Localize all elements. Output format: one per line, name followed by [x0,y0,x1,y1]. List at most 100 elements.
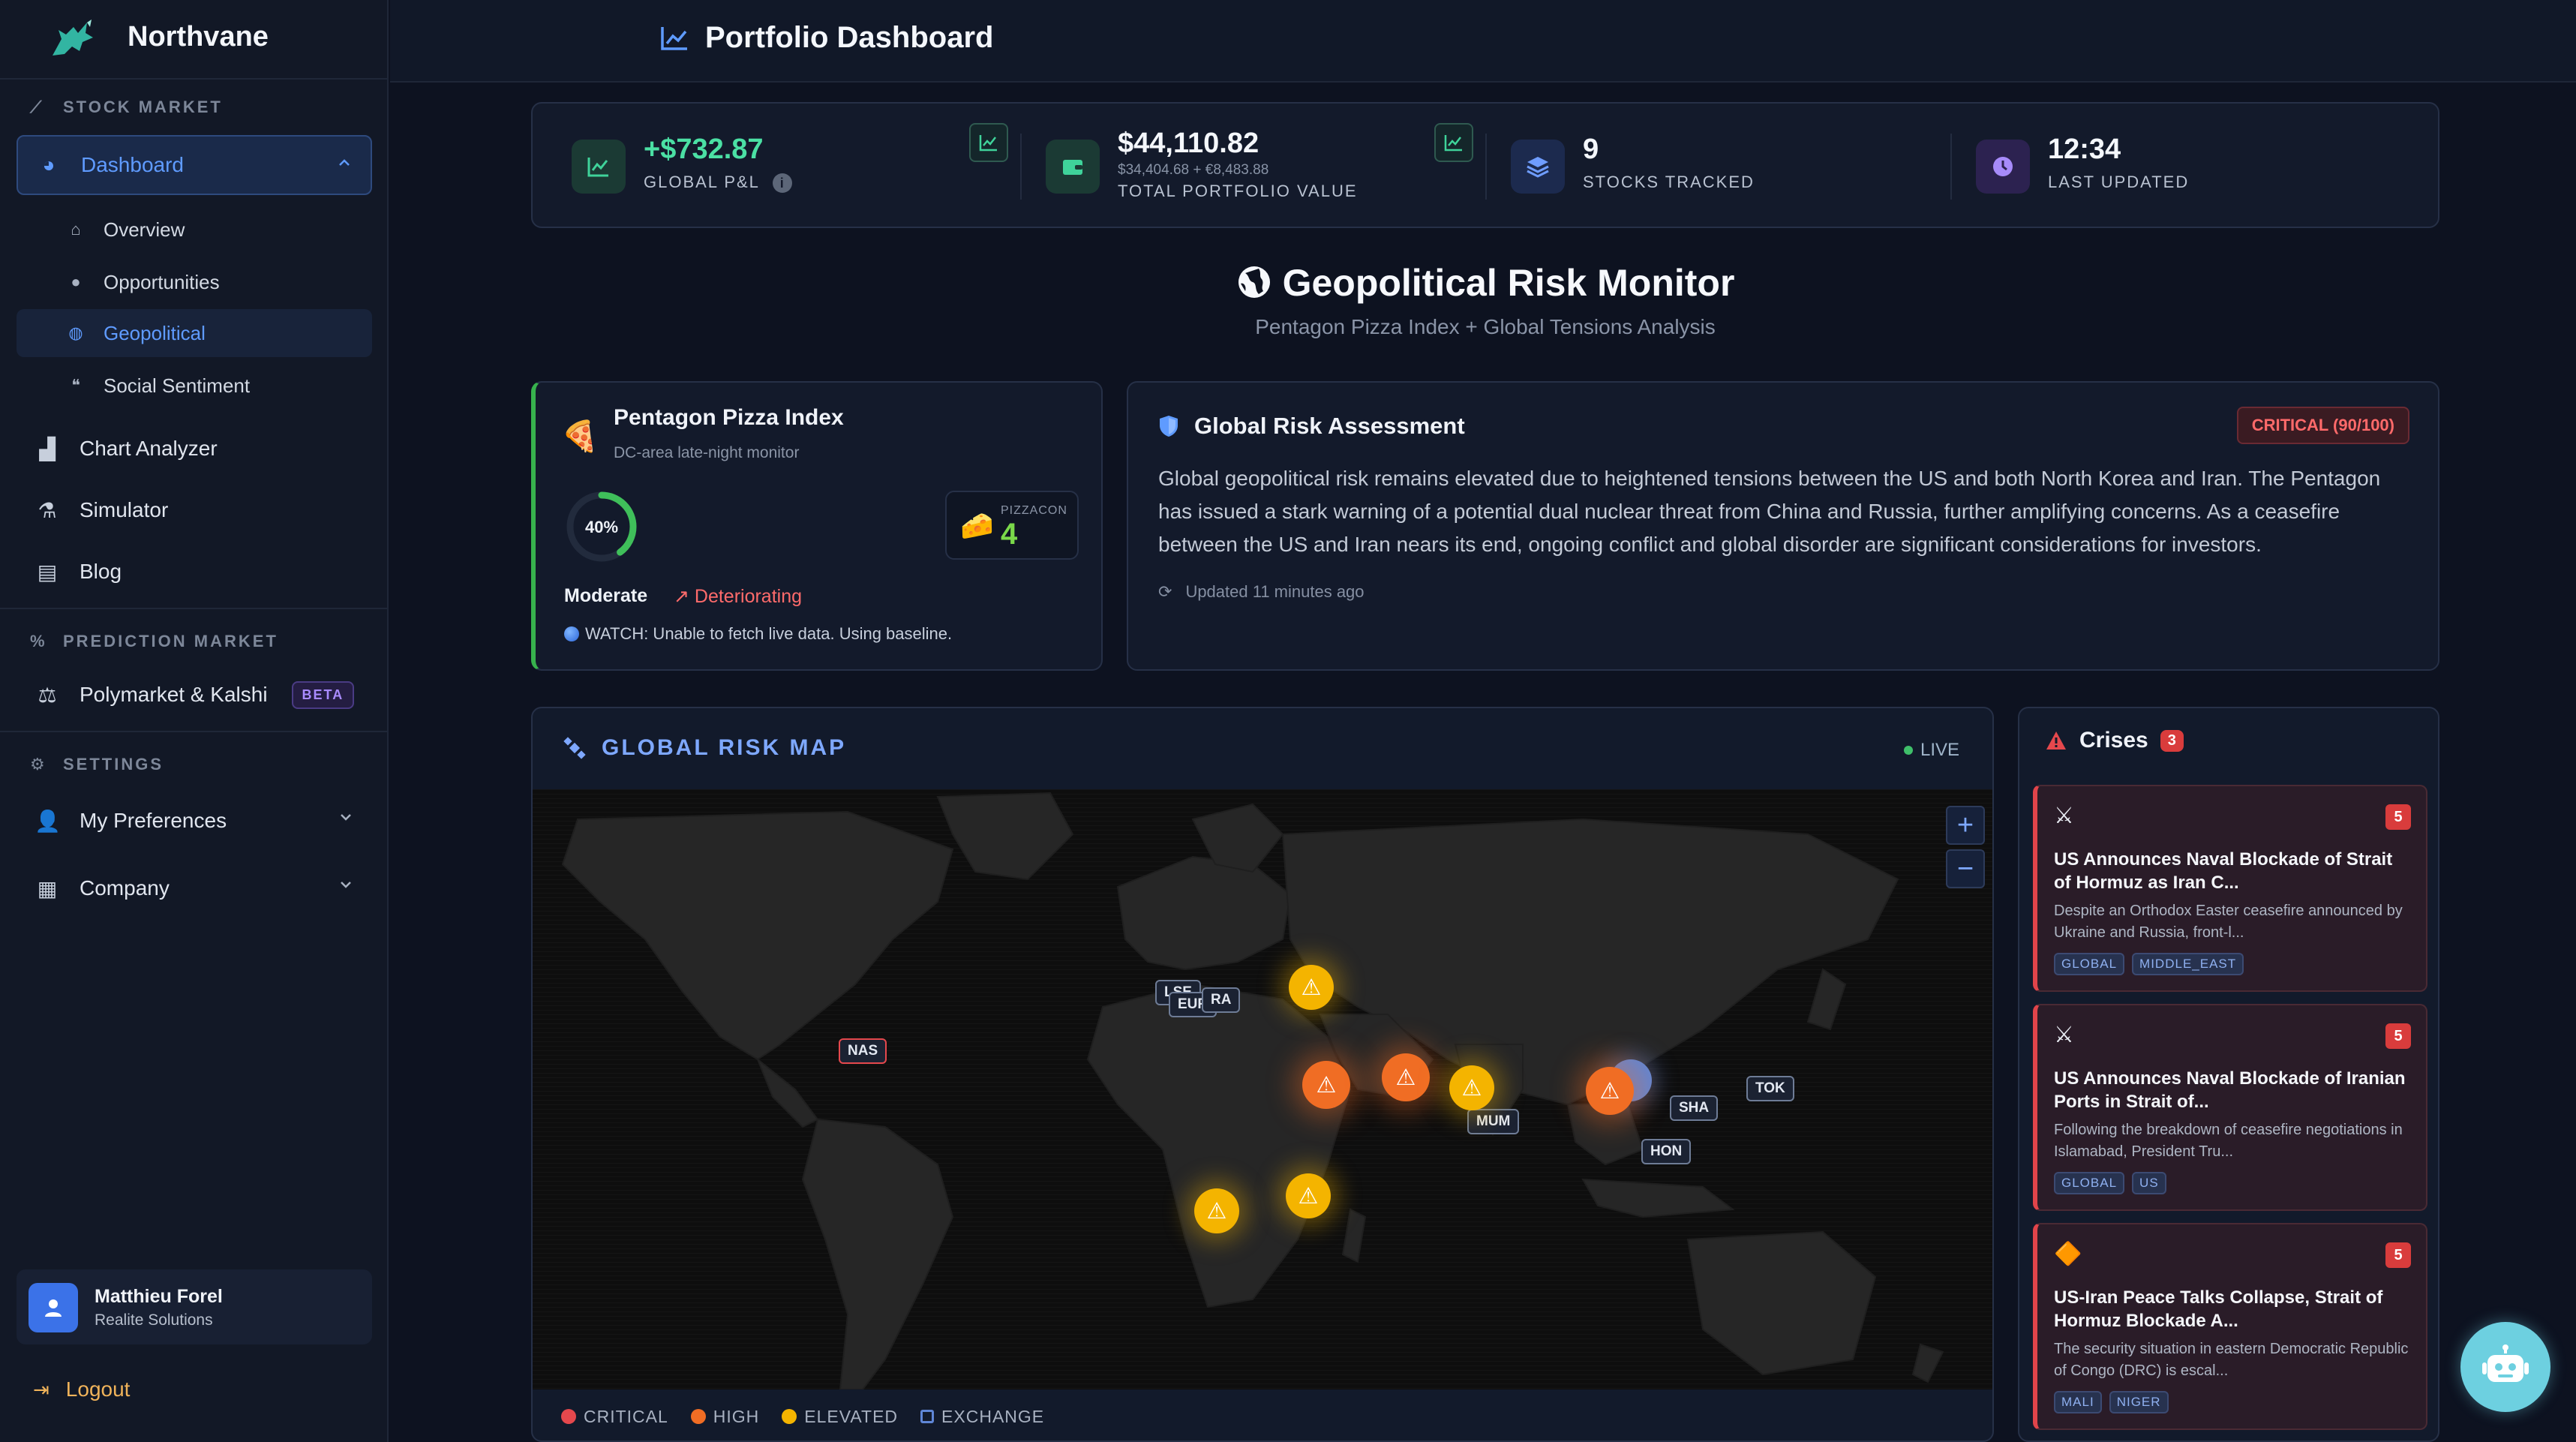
logout-label: Logout [65,1377,131,1401]
zoom-out-button[interactable]: − [1946,849,1985,888]
risk-marker-elevated[interactable]: ⚠ [1286,1173,1331,1218]
nav-company[interactable]: ▦ Company [17,858,372,918]
exchange-tag-ra[interactable]: RA [1202,987,1241,1013]
crises-count-badge: 3 [2160,729,2184,752]
live-dot-icon [1903,746,1913,755]
info-icon[interactable]: i [773,173,793,193]
top-bar: Portfolio Dashboard [390,0,2576,83]
crisis-tag[interactable]: NIGER [2109,1391,2169,1413]
risk-marker-elevated[interactable]: ⚠ [1289,965,1334,1010]
pizza-watch-text: WATCH: Unable to fetch live data. Using … [585,624,953,643]
sub-item-opportunities-label: Opportunities [104,270,220,293]
stat-portfolio-label: TOTAL PORTFOLIO VALUE [1118,182,1358,200]
stat-portfolio-amount: $44,110.82 [1118,128,1259,159]
crisis-tag[interactable]: GLOBAL [2054,953,2125,975]
stat-updated-label: LAST UPDATED [2048,173,2190,191]
page-title: Portfolio Dashboard [660,21,993,55]
sub-item-overview[interactable]: ⌂ Overview [17,206,372,254]
chart-line-icon: ⟋ [30,98,44,116]
chart-line-icon [979,135,997,152]
stat-portfolio-breakdown: $34,404.68 + €8,483.88 [1118,162,1269,178]
home-icon: ⌂ [71,220,81,239]
wallet-icon [1046,140,1100,194]
crisis-card[interactable]: ⚔ 5 US Announces Naval Blockade of Irani… [2033,1004,2427,1211]
sidebar-divider [0,608,389,609]
nav-my-preferences[interactable]: 👤 My Preferences [17,791,372,851]
section-settings-label: SETTINGS [63,755,164,774]
exchange-tag-nas[interactable]: NAS [839,1038,887,1064]
risk-marker-elevated[interactable]: ⚠ [1449,1065,1494,1110]
refresh-icon[interactable]: ⟳ [1158,582,1172,602]
bull-logo-icon [53,20,93,56]
exchange-tag-mum[interactable]: MUM [1467,1109,1520,1134]
zoom-in-button[interactable]: + [1946,806,1985,845]
exchange-tag-tok[interactable]: TOK [1746,1076,1794,1101]
portfolio-chart-button[interactable] [1434,123,1473,162]
crisis-card[interactable]: ⚔ 5 US Announces Naval Blockade of Strai… [2033,785,2427,992]
map-header: GLOBAL RISK MAP LIVE [533,708,1992,789]
crises-title: Crises [2079,728,2148,753]
legend-elevated-label: ELEVATED [804,1406,899,1426]
legend-high: HIGH [690,1406,760,1427]
crisis-tag[interactable]: US [2132,1172,2166,1194]
yellow-dot-icon [782,1409,797,1424]
crisis-tag[interactable]: MIDDLE_EAST [2132,953,2244,975]
risk-marker-high[interactable]: ⚠ [1302,1061,1350,1109]
logout-icon: ⇥ [33,1377,50,1401]
stat-separator [1020,134,1022,200]
user-name: Matthieu Forel [95,1286,223,1307]
exchange-tag-sha[interactable]: SHA [1670,1095,1719,1121]
sub-item-geopolitical-label: Geopolitical [104,321,206,344]
brand[interactable]: Northvane [0,0,389,80]
nav-blog[interactable]: ▤ Blog [17,542,372,602]
nav-dashboard[interactable]: ◕ Dashboard [17,135,372,195]
sub-item-opportunities[interactable]: ● Opportunities [17,258,372,306]
risk-map-card: GLOBAL RISK MAP LIVE + − NAS EUR RA MUM … [531,707,1994,1442]
world-map[interactable]: + − NAS LSE EUR RA MUM SHA HON TOK ⚠ ⚠ ⚠… [533,789,1992,1389]
user-card[interactable]: Matthieu Forel Realite Solutions [17,1269,372,1344]
legend-critical: CRITICAL [561,1407,668,1427]
scale-icon: ⚖ [38,683,57,707]
sidebar-divider [0,731,389,732]
warning-icon: ⚠ [1206,1198,1227,1224]
pizza-percent: 40% [585,518,618,536]
stat-pnl-label: GLOBAL P&L i [644,173,793,193]
flask-icon: ⚗ [38,498,57,522]
crisis-card[interactable]: 🔶 5 US-Iran Peace Talks Collapse, Strait… [2033,1223,2427,1430]
sidebar: Northvane ⟋ STOCK MARKET ◕ Dashboard ⌂ Ov… [0,0,389,1442]
crisis-title: US-Iran Peace Talks Collapse, Strait of … [2054,1287,2383,1331]
section-stock-market: ⟋ STOCK MARKET [30,98,223,117]
chevron-up-icon [339,159,350,166]
clock-icon [1976,140,2030,194]
crisis-tags: GLOBAL US [2054,1172,2174,1194]
orange-dot-icon [690,1409,706,1424]
crisis-tags: GLOBAL MIDDLE_EAST [2054,953,2251,975]
risk-marker-high[interactable]: ⚠ [1586,1067,1634,1115]
nav-polymarket[interactable]: ⚖ Polymarket & Kalshi BETA [17,665,372,725]
risk-marker-elevated[interactable]: ⚠ [1194,1188,1239,1233]
brand-name: Northvane [128,21,269,53]
legend-high-label: HIGH [713,1406,760,1426]
pizza-watch-note: WATCH: Unable to fetch live data. Using … [564,624,952,644]
sub-item-social-sentiment[interactable]: ❝ Social Sentiment [17,362,372,410]
section-settings: ⚙ SETTINGS [30,755,164,774]
chatbot-button[interactable] [2460,1322,2550,1412]
nav-preferences-label: My Preferences [80,809,227,832]
nav-polymarket-label: Polymarket & Kalshi [80,683,268,706]
sub-item-geopolitical[interactable]: ◍ Geopolitical [17,309,372,357]
crisis-tag[interactable]: GLOBAL [2054,1172,2125,1194]
pizza-progress-ring: 40% [566,491,637,562]
map-title: GLOBAL RISK MAP [563,735,846,761]
nav-chart-analyzer[interactable]: ▟ Chart Analyzer [17,419,372,479]
risk-assessment-card: Global Risk Assessment CRITICAL (90/100)… [1127,381,2439,671]
risk-marker-high[interactable]: ⚠ [1382,1053,1430,1101]
pizzacon-value: 4 [1001,518,1018,551]
crisis-tag[interactable]: MALI [2054,1391,2102,1413]
section-prediction-market: % PREDICTION MARKET [30,632,278,651]
pnl-chart-button[interactable] [969,123,1008,162]
globe-icon: ◍ [68,323,83,342]
logout-button[interactable]: ⇥ Logout [33,1377,130,1401]
exchange-tag-hon[interactable]: HON [1641,1139,1692,1164]
nav-simulator[interactable]: ⚗ Simulator [17,480,372,540]
warning-icon: ⚠ [1298,1183,1319,1209]
